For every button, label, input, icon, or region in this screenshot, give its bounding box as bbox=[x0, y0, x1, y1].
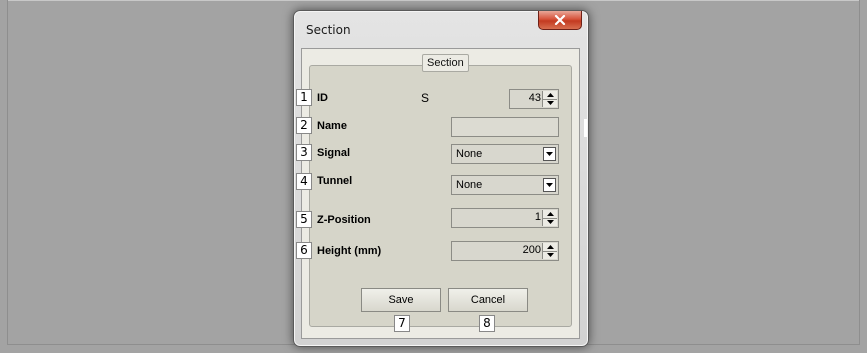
height-spinner-up[interactable] bbox=[543, 243, 557, 251]
z-position-label: Z-Position bbox=[317, 214, 371, 226]
chevron-down-icon bbox=[546, 253, 554, 258]
callout-8: 8 bbox=[479, 315, 495, 332]
close-button[interactable] bbox=[538, 11, 582, 30]
chevron-down-icon bbox=[546, 101, 554, 106]
chevron-up-icon bbox=[546, 211, 554, 216]
dialog-client-area: Section 1 ID S 43 2 Name 3 Signal None 4… bbox=[296, 48, 580, 339]
signal-dropdown-arrow[interactable] bbox=[543, 147, 556, 161]
callout-4: 4 bbox=[296, 173, 312, 190]
tunnel-dropdown-arrow[interactable] bbox=[543, 178, 556, 192]
close-icon bbox=[554, 15, 566, 25]
tunnel-dropdown[interactable]: None bbox=[451, 175, 559, 195]
groupbox-title: Section bbox=[422, 54, 469, 72]
callout-1: 1 bbox=[296, 89, 312, 106]
callout-5: 5 bbox=[296, 211, 312, 228]
frame-line-right bbox=[859, 0, 860, 345]
signal-dropdown-value: None bbox=[456, 148, 483, 160]
chevron-down-icon bbox=[546, 220, 554, 225]
tunnel-label: Tunnel bbox=[317, 175, 353, 187]
z-position-spinner-value: 1 bbox=[534, 211, 541, 223]
id-prefix-value: S bbox=[421, 91, 430, 105]
z-position-spinner-down[interactable] bbox=[543, 217, 557, 226]
id-spinner-up[interactable] bbox=[543, 91, 557, 99]
height-spinner-value: 200 bbox=[522, 244, 541, 256]
chevron-down-icon bbox=[546, 152, 553, 156]
id-spinner-buttons bbox=[542, 91, 557, 107]
signal-label: Signal bbox=[317, 147, 351, 159]
name-label: Name bbox=[317, 120, 347, 132]
callout-7: 7 bbox=[394, 315, 410, 332]
id-spinner[interactable]: 43 bbox=[509, 89, 559, 109]
height-spinner-buttons bbox=[542, 243, 557, 259]
z-position-spinner-buttons bbox=[542, 210, 557, 226]
id-label: ID bbox=[317, 92, 328, 104]
height-label: Height (mm) bbox=[317, 245, 382, 257]
window-title: Section bbox=[306, 23, 351, 37]
signal-dropdown[interactable]: None bbox=[451, 144, 559, 164]
chevron-down-icon bbox=[546, 183, 553, 187]
height-spinner[interactable]: 200 bbox=[451, 241, 559, 261]
section-dialog: Section Section 1 ID S 43 2 Name 3 Signa… bbox=[293, 10, 589, 347]
callout-2: 2 bbox=[296, 117, 312, 134]
tunnel-dropdown-value: None bbox=[456, 179, 483, 191]
frame-line-left bbox=[7, 0, 8, 345]
chevron-up-icon bbox=[546, 92, 554, 97]
id-spinner-down[interactable] bbox=[543, 98, 557, 107]
scroll-indicator bbox=[584, 119, 587, 137]
id-spinner-value: 43 bbox=[528, 92, 541, 104]
callout-6: 6 bbox=[296, 242, 312, 259]
cancel-button[interactable]: Cancel bbox=[448, 288, 528, 312]
z-position-spinner-up[interactable] bbox=[543, 210, 557, 218]
save-button[interactable]: Save bbox=[361, 288, 441, 312]
height-spinner-down[interactable] bbox=[543, 250, 557, 259]
z-position-spinner[interactable]: 1 bbox=[451, 208, 559, 228]
callout-3: 3 bbox=[296, 144, 312, 161]
chevron-up-icon bbox=[546, 244, 554, 249]
name-field[interactable] bbox=[451, 117, 559, 137]
frame-line-top bbox=[7, 0, 860, 1]
